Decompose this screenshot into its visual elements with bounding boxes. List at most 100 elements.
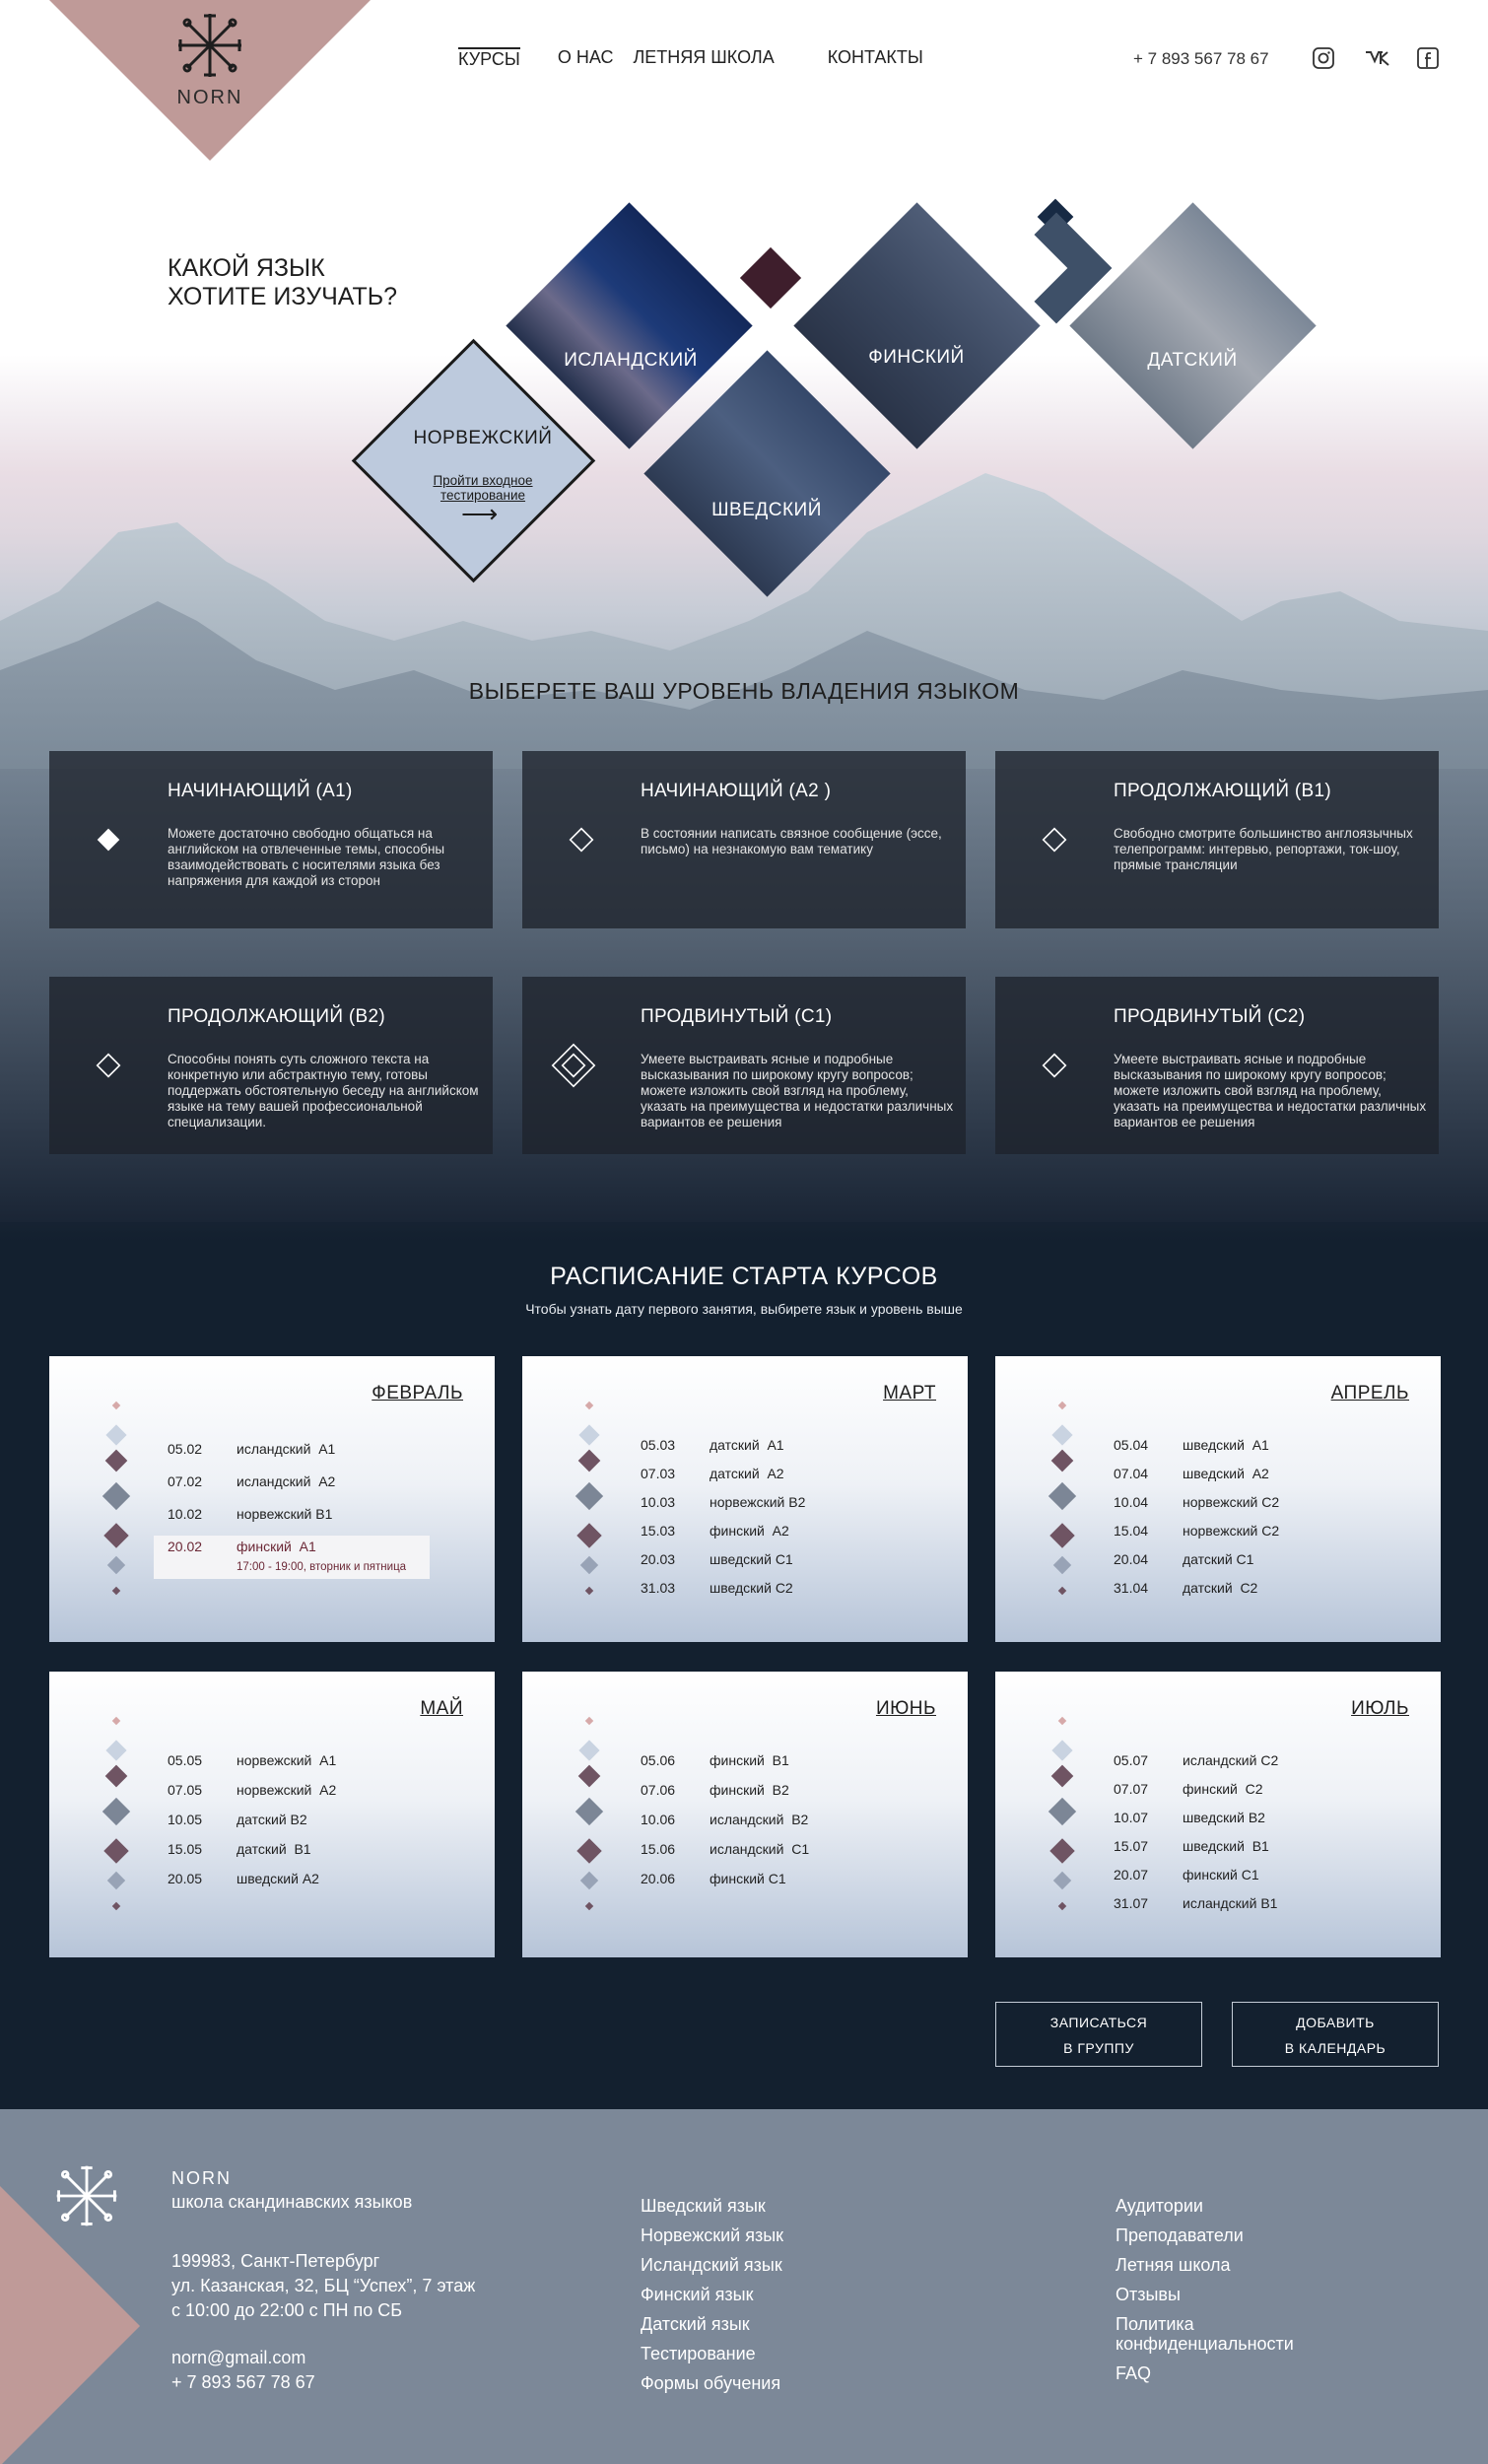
header-phone[interactable]: + 7 893 567 78 67 [1133,49,1269,69]
schedule-row[interactable]: 07.04 шведский А2 [1114,1466,1269,1481]
level-card-a1[interactable]: НАЧИНАЮЩИЙ (А1) Можете достаточно свобод… [49,751,493,928]
facebook-icon[interactable] [1415,45,1441,71]
schedule-date: 05.02 [168,1441,203,1457]
footer-link[interactable]: Шведский язык [641,2196,783,2225]
month-name[interactable]: АПРЕЛЬ [1331,1383,1409,1404]
schedule-row[interactable]: 05.04 шведский А1 [1114,1437,1269,1453]
schedule-row[interactable]: 20.07 финский С1 [1114,1867,1259,1882]
schedule-row[interactable]: 05.05 норвежский А1 [168,1752,336,1768]
add-to-calendar-button[interactable]: ДОБАВИТЬ В КАЛЕНДАРЬ [1232,2002,1439,2067]
schedule-row[interactable]: 05.02 исландский А1 [168,1441,335,1457]
schedule-course: исландский А2 [237,1473,336,1489]
footer-phone[interactable]: + 7 893 567 78 67 [171,2370,315,2395]
level-card-c2[interactable]: ПРОДВИНУТЫЙ (С2) Умеете выстраивать ясны… [995,977,1439,1154]
level-description: Можете достаточно свободно общаться на а… [168,826,445,888]
schedule-row[interactable]: 07.06 финский В2 [641,1782,789,1798]
schedule-row[interactable]: 15.03 финский А2 [641,1523,789,1539]
signup-group-button[interactable]: ЗАПИСАТЬСЯ В ГРУППУ [995,2002,1202,2067]
schedule-row[interactable]: 31.07 исландский В1 [1114,1895,1277,1911]
level-card-a2[interactable]: НАЧИНАЮЩИЙ (А2 ) В состоянии написать св… [522,751,966,928]
levels-title: ВЫБЕРЕТЕ ВАШ УРОВЕНЬ ВЛАДЕНИЯ ЯЗЫКОМ [468,678,1020,704]
schedule-date: 20.06 [641,1871,676,1886]
month-card[interactable]: МАЙ 05.05 норвежский А1 07.05 норвежский А2 1… [49,1672,495,1957]
schedule-row[interactable]: 07.03 датский А2 [641,1466,784,1481]
schedule-row[interactable]: 20.05 шведский А2 [168,1871,319,1886]
vk-icon[interactable] [1364,45,1393,71]
month-card[interactable]: АПРЕЛЬ 05.04 шведский А1 07.04 шведский А2 10… [995,1356,1441,1642]
vegvisir-logo-icon[interactable] [172,8,247,83]
footer-link[interactable]: Норвежский язык [641,2225,783,2255]
schedule-row[interactable]: 07.05 норвежский А2 [168,1782,336,1798]
nav-about[interactable]: О НАС [558,47,614,70]
schedule-row[interactable]: 05.07 исландский С2 [1114,1752,1278,1768]
schedule-row[interactable]: 10.03 норвежский В2 [641,1494,805,1510]
schedule-row[interactable]: 31.03 шведский С2 [641,1580,793,1596]
month-card[interactable]: МАРТ 05.03 датский А1 07.03 датский А2 10.03 н… [522,1356,968,1642]
level-card-c1[interactable]: ПРОДВИНУТЫЙ (С1) Умеете выстраивать ясны… [522,977,966,1154]
level-card-b2[interactable]: ПРОДОЛЖАЮЩИЙ (В2) Способны понять суть с… [49,977,493,1154]
logo-text[interactable]: NORN [168,87,252,109]
arrow-right-icon[interactable]: ⟶ [461,499,498,529]
schedule-row[interactable]: 10.07 шведский В2 [1114,1810,1265,1825]
schedule-row[interactable]: 31.04 датский С2 [1114,1580,1257,1596]
footer-link[interactable]: Отзывы [1116,2285,1332,2314]
schedule-course: датский В2 [237,1812,307,1827]
schedule-row[interactable]: 20.02 финский А1 [168,1539,316,1554]
schedule-row[interactable]: 05.03 датский А1 [641,1437,784,1453]
footer-link[interactable]: Преподаватели [1116,2225,1332,2255]
month-name[interactable]: МАЙ [420,1698,463,1720]
schedule-course: норвежский С2 [1183,1494,1280,1510]
month-name[interactable]: ФЕВРАЛЬ [372,1383,463,1404]
schedule-date: 31.04 [1114,1580,1149,1596]
footer-link[interactable]: Датский язык [641,2314,783,2344]
schedule-date: 20.04 [1114,1551,1149,1567]
schedule-row[interactable]: 10.04 норвежский С2 [1114,1494,1279,1510]
language-label-swedish: ШВЕДСКИЙ [711,500,822,520]
schedule-row[interactable]: 07.02 исландский А2 [168,1473,335,1489]
footer-link[interactable]: Летняя школа [1116,2255,1332,2285]
schedule-row[interactable]: 15.04 норвежский С2 [1114,1523,1279,1539]
footer-link[interactable]: Исландский язык [641,2255,783,2285]
schedule-row[interactable]: 05.06 финский В1 [641,1752,789,1768]
schedule-date: 20.02 [168,1539,203,1554]
nav-contacts[interactable]: КОНТАКТЫ [828,47,923,70]
schedule-row[interactable]: 15.07 шведский В1 [1114,1838,1269,1854]
footer-brand: NORN [171,2168,232,2188]
schedule-row[interactable]: 20.03 шведский С1 [641,1551,793,1567]
month-name[interactable]: ИЮЛЬ [1351,1698,1409,1720]
footer-link[interactable]: Тестирование [641,2344,783,2373]
schedule-row[interactable]: 15.05 датский В1 [168,1841,311,1857]
schedule-row[interactable]: 15.06 исландский С1 [641,1841,809,1857]
nav-courses[interactable]: КУРСЫ [458,47,520,70]
schedule-course: финский А1 [237,1539,316,1554]
schedule-date: 15.07 [1114,1838,1149,1854]
footer-link[interactable]: Формы обучения [641,2373,783,2403]
level-card-b1[interactable]: ПРОДОЛЖАЮЩИЙ (В1) Свободно смотрите боль… [995,751,1439,928]
month-name[interactable]: ИЮНЬ [876,1698,936,1720]
month-card[interactable]: ИЮНЬ 05.06 финский В1 07.06 финский В2 10.06 и… [522,1672,968,1957]
footer-tagline: школа скандинавских языков [171,2192,413,2212]
schedule-course: финский С1 [1183,1867,1259,1882]
schedule-row[interactable]: 10.05 датский В2 [168,1812,307,1827]
footer-link[interactable]: FAQ [1116,2363,1332,2393]
schedule-row[interactable]: 20.04 датский С1 [1114,1551,1253,1567]
month-card[interactable]: ИЮЛЬ 05.07 исландский С2 07.07 финский С2 10.… [995,1672,1441,1957]
schedule-date: 07.04 [1114,1466,1149,1481]
footer-languages-list: Шведский язык Норвежский язык Исландский… [641,2196,783,2403]
schedule-row[interactable]: 20.06 финский С1 [641,1871,786,1886]
month-card[interactable]: ФЕВРАЛЬ 05.02 исландский А1 07.02 исландский… [49,1356,495,1642]
nav-summer-school[interactable]: ЛЕТНЯЯ ШКОЛА [633,47,774,70]
footer-link[interactable]: Политика конфиденциальности [1116,2314,1332,2363]
schedule-row[interactable]: 07.07 финский С2 [1114,1781,1263,1797]
month-name[interactable]: МАРТ [883,1383,936,1404]
footer-link[interactable]: Финский язык [641,2285,783,2314]
schedule-row[interactable]: 10.02 норвежский В1 [168,1506,332,1522]
diamond-outline-icon [1042,1053,1067,1078]
vegvisir-logo-icon[interactable] [51,2160,122,2231]
footer-email[interactable]: norn@gmail.com [171,2346,305,2370]
schedule-course: норвежский С2 [1183,1523,1280,1539]
instagram-icon[interactable] [1311,45,1336,71]
schedule-course: исландский А1 [237,1441,336,1457]
schedule-row[interactable]: 10.06 исландский В2 [641,1812,808,1827]
footer-link[interactable]: Аудитории [1116,2196,1332,2225]
